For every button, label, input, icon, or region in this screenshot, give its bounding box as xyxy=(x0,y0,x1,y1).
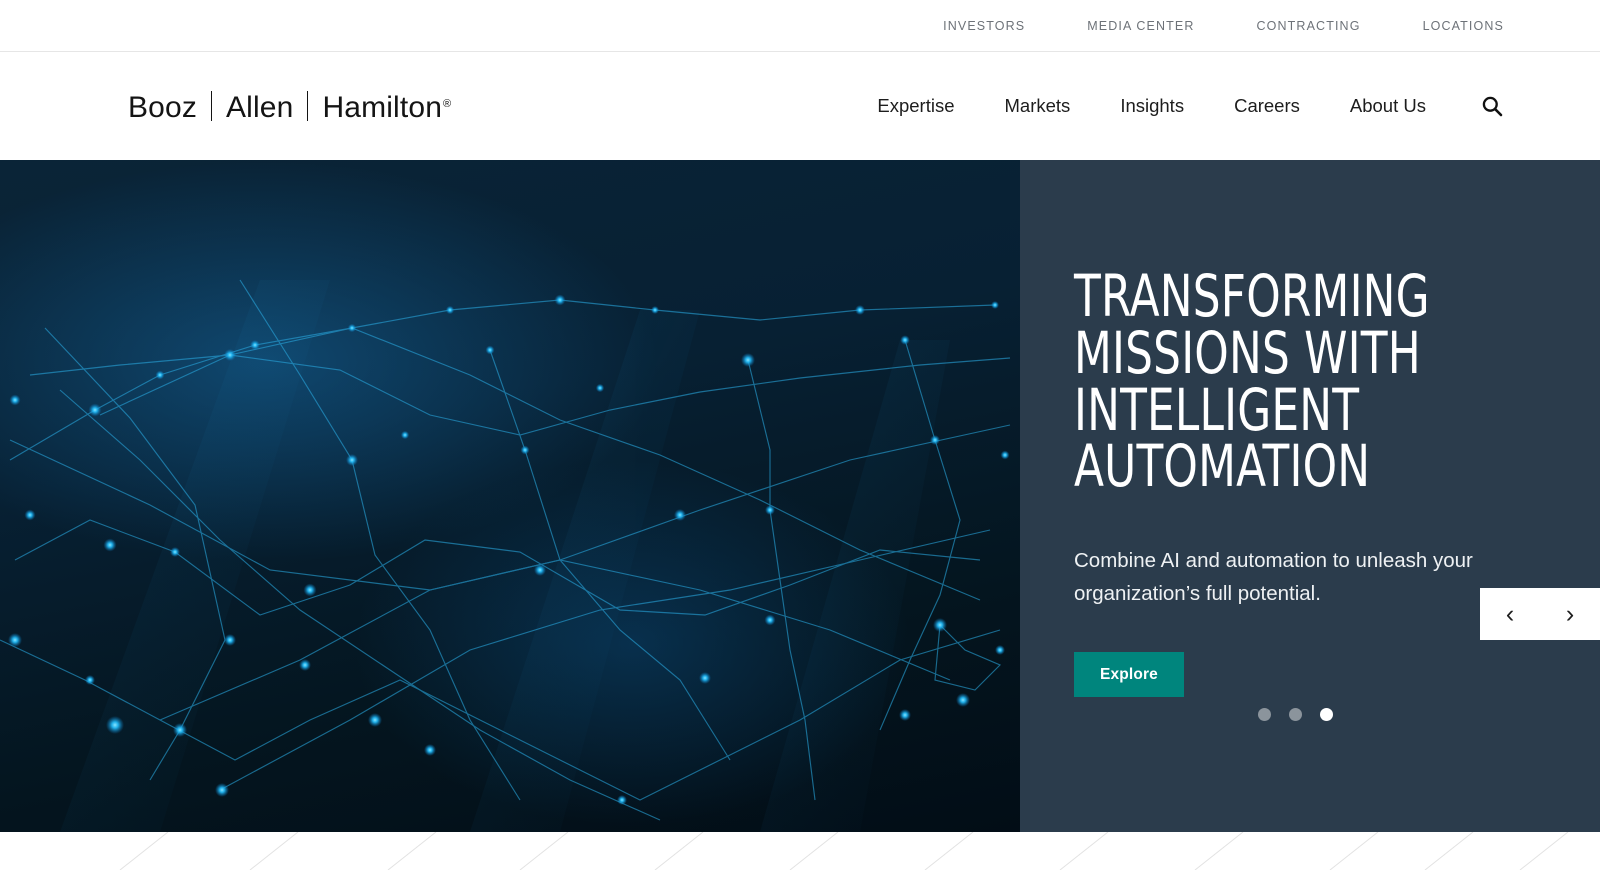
nav-item-markets[interactable]: Markets xyxy=(1005,95,1071,117)
utility-link-investors[interactable]: INVESTORS xyxy=(943,19,1025,33)
carousel-next-button[interactable]: › xyxy=(1553,597,1587,631)
nav-item-expertise[interactable]: Expertise xyxy=(877,95,954,117)
utility-link-media-center[interactable]: MEDIA CENTER xyxy=(1087,19,1194,33)
logo-word-allen: Allen xyxy=(225,91,294,124)
nav-item-insights[interactable]: Insights xyxy=(1120,95,1184,117)
logo-divider-icon xyxy=(210,91,212,121)
hero-content-panel: TRANSFORMING MISSIONS WITH INTELLIGENT A… xyxy=(1020,160,1600,832)
utility-link-locations[interactable]: LOCATIONS xyxy=(1423,19,1504,33)
logo-word-hamilton: Hamilton xyxy=(322,91,443,124)
network-graphic-icon xyxy=(0,279,1011,832)
hero-carousel: TRANSFORMING MISSIONS WITH INTELLIGENT A… xyxy=(0,160,1600,832)
explore-button[interactable]: Explore xyxy=(1074,652,1184,697)
utility-link-contracting[interactable]: CONTRACTING xyxy=(1257,19,1361,33)
carousel-dot-1[interactable] xyxy=(1258,708,1271,721)
main-header: Booz Allen Hamilton ® Expertise Markets … xyxy=(0,52,1600,160)
site-logo[interactable]: Booz Allen Hamilton ® xyxy=(128,87,452,125)
lower-section xyxy=(0,832,1600,870)
utility-nav-bar: INVESTORS MEDIA CENTER CONTRACTING LOCAT… xyxy=(0,0,1600,52)
nav-item-careers[interactable]: Careers xyxy=(1234,95,1300,117)
logo-divider-icon xyxy=(307,91,309,121)
carousel-dot-2[interactable] xyxy=(1289,708,1302,721)
carousel-dot-3[interactable] xyxy=(1320,708,1333,721)
main-nav: Expertise Markets Insights Careers About… xyxy=(877,94,1504,118)
carousel-prev-button[interactable]: ‹ xyxy=(1493,597,1527,631)
registered-trademark-icon: ® xyxy=(443,98,452,110)
carousel-dots xyxy=(1258,708,1333,721)
diagonal-hairlines-icon xyxy=(119,832,1569,870)
hero-subtitle: Combine AI and automation to unleash you… xyxy=(1074,549,1473,606)
search-button[interactable] xyxy=(1480,94,1504,118)
hero-title: TRANSFORMING MISSIONS WITH INTELLIGENT A… xyxy=(1074,262,1430,501)
search-icon xyxy=(1482,96,1503,117)
carousel-arrow-panel: ‹ › xyxy=(1480,588,1600,640)
nav-item-about-us[interactable]: About Us xyxy=(1350,95,1426,117)
logo-word-booz: Booz xyxy=(128,91,197,124)
hero-background-image xyxy=(0,160,1020,832)
